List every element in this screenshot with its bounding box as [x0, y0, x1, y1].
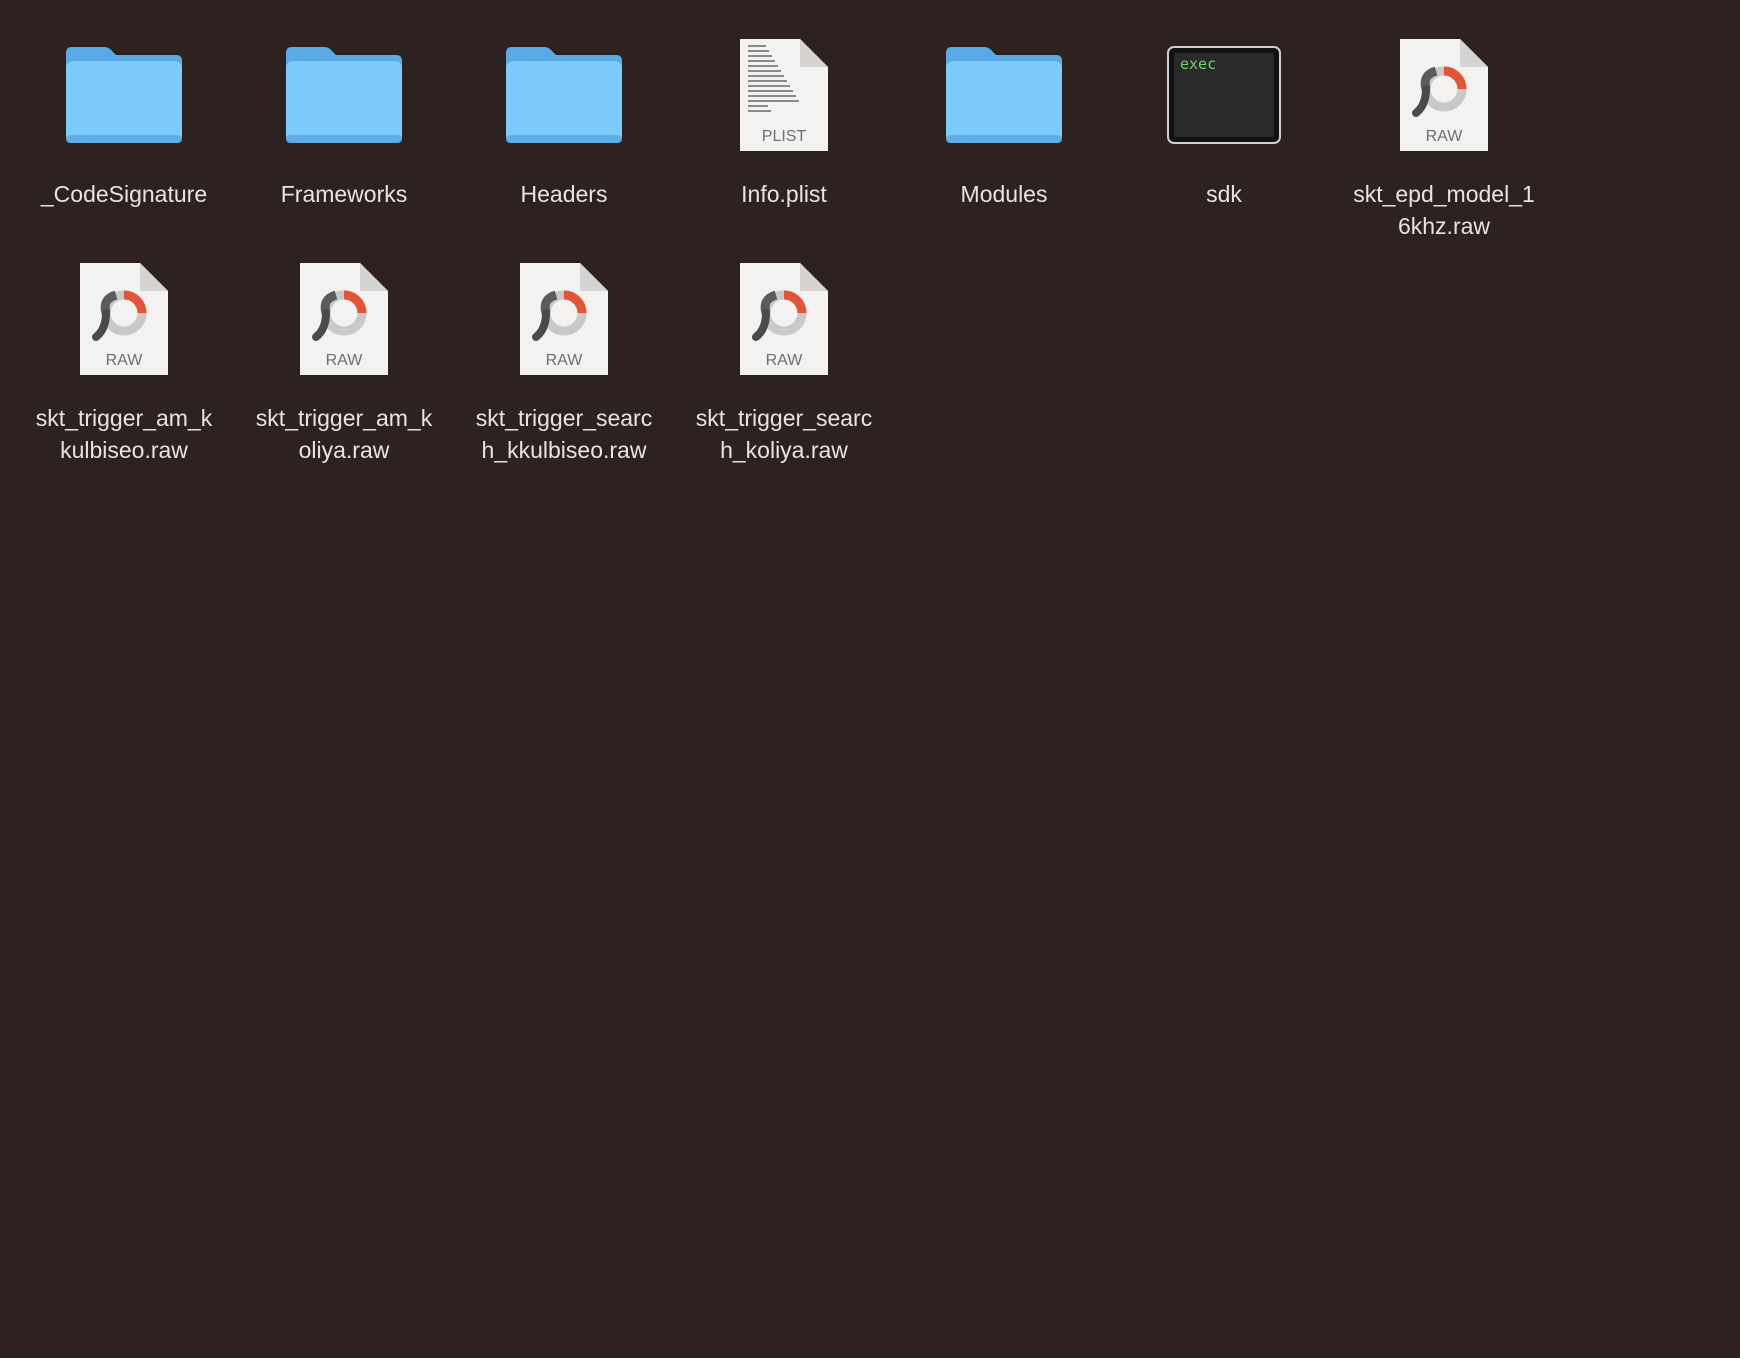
svg-text:RAW: RAW [766, 352, 804, 369]
file-item-sdk[interactable]: exec sdk [1114, 30, 1334, 254]
file-label: skt_trigger_am_k kulbiseo.raw [35, 405, 213, 463]
svg-text:exec: exec [1180, 55, 1216, 73]
file-label: skt_trigger_searc h_kkulbiseo.raw [475, 405, 653, 463]
file-label: Modules [960, 181, 1048, 207]
file-item-trigger-am-koliya[interactable]: RAW skt_trigger_am_k oliya.raw [234, 254, 454, 478]
file-icon-grid: _CodeSignature Frameworks Headers PLIST … [14, 30, 1714, 478]
folder-icon[interactable] [234, 30, 454, 160]
plist-file-icon[interactable]: PLIST [674, 30, 894, 160]
file-item-codesignature[interactable]: _CodeSignature [14, 30, 234, 254]
file-item-modules[interactable]: Modules [894, 30, 1114, 254]
file-label: sdk [1206, 181, 1242, 207]
folder-icon[interactable] [894, 30, 1114, 160]
file-label: skt_epd_model_1 6khz.raw [1353, 181, 1535, 239]
file-label: skt_trigger_searc h_koliya.raw [695, 405, 873, 463]
file-item-skt-epd-model[interactable]: RAW skt_epd_model_1 6khz.raw [1334, 30, 1554, 254]
svg-text:RAW: RAW [106, 352, 144, 369]
folder-icon[interactable] [14, 30, 234, 160]
file-item-frameworks[interactable]: Frameworks [234, 30, 454, 254]
raw-file-icon[interactable]: RAW [674, 254, 894, 384]
file-item-info-plist[interactable]: PLIST Info.plist [674, 30, 894, 254]
raw-file-icon[interactable]: RAW [454, 254, 674, 384]
svg-text:RAW: RAW [546, 352, 584, 369]
svg-text:RAW: RAW [326, 352, 364, 369]
folder-icon[interactable] [454, 30, 674, 160]
svg-text:PLIST: PLIST [762, 128, 807, 145]
file-label: skt_trigger_am_k oliya.raw [255, 405, 433, 463]
file-label: Headers [520, 181, 608, 207]
file-item-trigger-am-kkulbiseo[interactable]: RAW skt_trigger_am_k kulbiseo.raw [14, 254, 234, 478]
raw-file-icon[interactable]: RAW [1334, 30, 1554, 160]
file-item-headers[interactable]: Headers [454, 30, 674, 254]
file-item-trigger-search-kkulbiseo[interactable]: RAW skt_trigger_searc h_kkulbiseo.raw [454, 254, 674, 478]
exec-terminal-icon[interactable]: exec [1114, 30, 1334, 160]
file-label: Frameworks [280, 181, 408, 207]
raw-file-icon[interactable]: RAW [234, 254, 454, 384]
svg-text:RAW: RAW [1426, 128, 1464, 145]
file-item-trigger-search-koliya[interactable]: RAW skt_trigger_searc h_koliya.raw [674, 254, 894, 478]
file-label: Info.plist [741, 181, 827, 207]
file-label: _CodeSignature [40, 181, 208, 207]
raw-file-icon[interactable]: RAW [14, 254, 234, 384]
